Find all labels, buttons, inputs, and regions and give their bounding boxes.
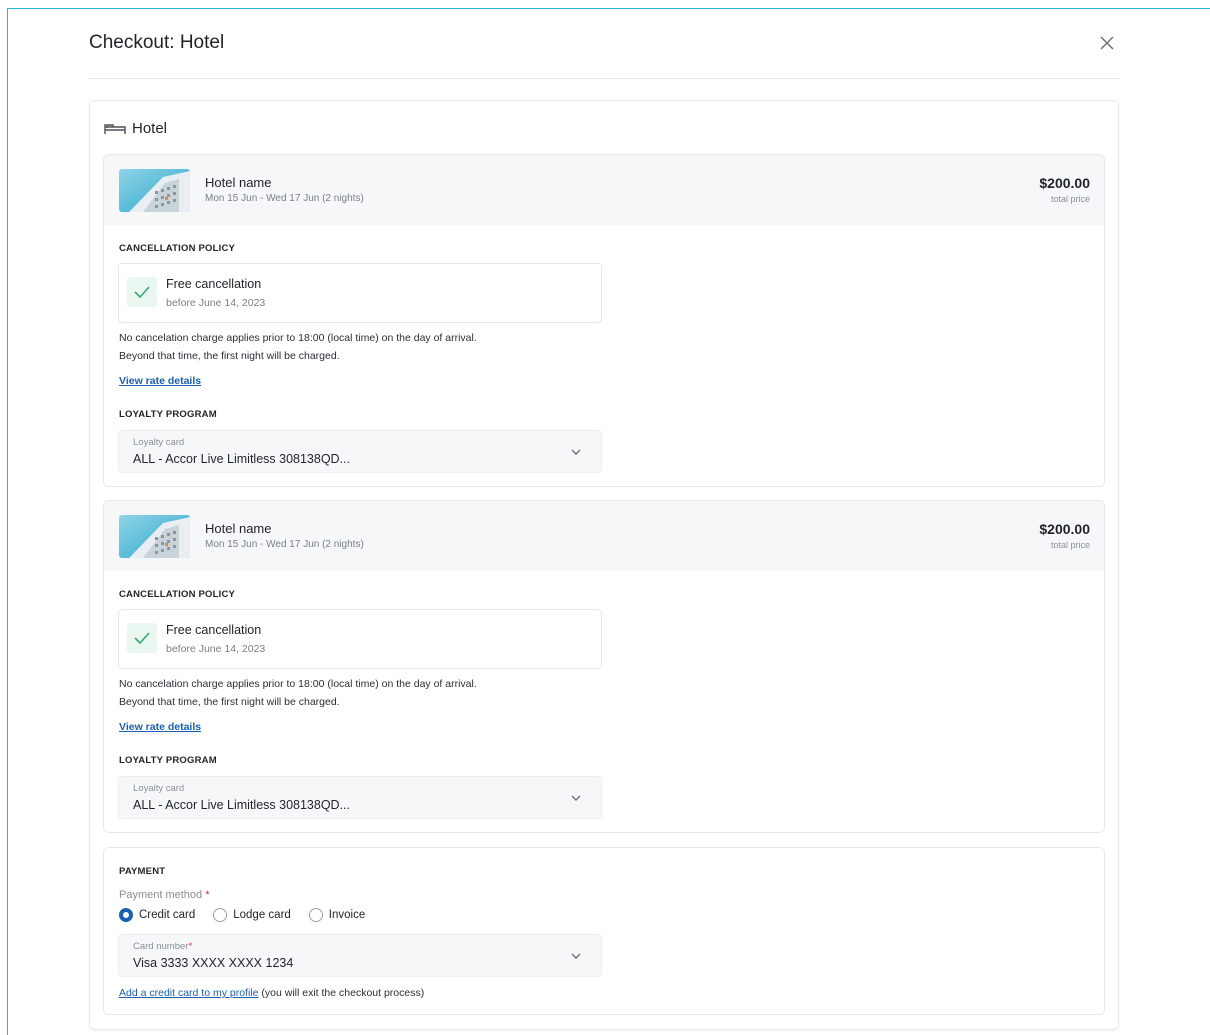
loyalty-card-value: ALL - Accor Live Limitless 308138QD...: [133, 452, 350, 466]
cancellation-box: Free cancellation before June 14, 2023: [118, 609, 602, 669]
hotel-card-1: Hotel name Mon 15 Jun - Wed 17 Jun (2 ni…: [103, 154, 1105, 487]
hotel-header: Hotel name Mon 15 Jun - Wed 17 Jun (2 ni…: [104, 155, 1104, 225]
modal-title: Checkout: Hotel: [89, 32, 225, 53]
policy-text-line-2: Beyond that time, the first night will b…: [119, 696, 340, 708]
hotel-section: Hotel Hotel name Mon 15 Jun - Wed 17 Jun…: [89, 100, 1119, 1030]
radio-lodge-card[interactable]: Lodge card: [213, 908, 291, 922]
radio-credit-card[interactable]: Credit card: [119, 908, 195, 922]
hotel-price: $200.00: [1039, 175, 1090, 191]
bed-icon: [104, 123, 126, 134]
add-card-row: Add a credit card to my profile (you wil…: [119, 987, 424, 999]
section-title: Hotel: [104, 120, 167, 137]
hotel-price: $200.00: [1039, 521, 1090, 537]
chevron-down-icon: [571, 449, 581, 455]
card-number-label: Card number*: [133, 941, 193, 952]
hotel-image: [119, 169, 190, 212]
check-tile: [127, 623, 157, 653]
payment-method-group: Credit card Lodge card Invoice: [119, 908, 365, 922]
hotel-price-label: total price: [1050, 194, 1090, 204]
cancellation-title: Free cancellation: [166, 623, 262, 637]
hotel-price-label: total price: [1050, 540, 1090, 550]
radio-invoice[interactable]: Invoice: [308, 908, 365, 922]
view-rate-details-link[interactable]: View rate details: [119, 375, 201, 387]
loyalty-heading: LOYALTY PROGRAM: [119, 755, 217, 766]
hotel-name: Hotel name: [205, 521, 272, 536]
check-tile: [127, 277, 157, 307]
loyalty-card-label: Loyalty card: [133, 437, 185, 448]
hotel-dates: Mon 15 Jun - Wed 17 Jun (2 nights): [205, 539, 364, 550]
cancellation-deadline: before June 14, 2023: [166, 297, 266, 309]
card-number-select[interactable]: Card number* Visa 3333 XXXX XXXX 1234: [118, 934, 602, 977]
payment-card: PAYMENT Payment method * Credit card Lod…: [103, 847, 1105, 1015]
section-title-text: Hotel: [132, 120, 168, 137]
loyalty-card-select[interactable]: Loyalty card ALL - Accor Live Limitless …: [118, 776, 602, 819]
add-credit-card-link[interactable]: Add a credit card to my profile: [119, 987, 258, 999]
hotel-dates: Mon 15 Jun - Wed 17 Jun (2 nights): [205, 193, 364, 204]
radio-dot: [213, 908, 228, 922]
loyalty-card-value: ALL - Accor Live Limitless 308138QD...: [133, 798, 350, 812]
check-icon: [134, 632, 150, 644]
radio-dot: [308, 908, 323, 922]
cancellation-heading: CANCELLATION POLICY: [119, 589, 236, 600]
close-icon: [1100, 36, 1114, 50]
chevron-down-icon: [571, 953, 581, 959]
payment-method-label: Payment method *: [119, 889, 210, 901]
view-rate-details-link[interactable]: View rate details: [119, 721, 201, 733]
card-number-value: Visa 3333 XXXX XXXX 1234: [133, 956, 294, 970]
hotel-card-2: Hotel name Mon 15 Jun - Wed 17 Jun (2 ni…: [103, 500, 1105, 833]
check-icon: [134, 286, 150, 298]
loyalty-card-select[interactable]: Loyalty card ALL - Accor Live Limitless …: [118, 430, 602, 473]
close-button[interactable]: [1097, 33, 1117, 53]
policy-text-line-2: Beyond that time, the first night will b…: [119, 350, 340, 362]
loyalty-card-label: Loyalty card: [133, 783, 185, 794]
add-card-note: (you will exit the checkout process): [261, 987, 425, 999]
radio-dot: [119, 908, 133, 922]
cancellation-title: Free cancellation: [166, 277, 262, 291]
cancellation-box: Free cancellation before June 14, 2023: [118, 263, 602, 323]
loyalty-heading: LOYALTY PROGRAM: [119, 409, 217, 420]
policy-text-line-1: No cancelation charge applies prior to 1…: [119, 332, 477, 344]
hotel-name: Hotel name: [205, 175, 272, 190]
cancellation-heading: CANCELLATION POLICY: [119, 243, 236, 254]
chevron-down-icon: [571, 795, 581, 801]
hotel-header: Hotel name Mon 15 Jun - Wed 17 Jun (2 ni…: [104, 501, 1104, 571]
cancellation-deadline: before June 14, 2023: [166, 643, 266, 655]
modal-header: Checkout: Hotel: [89, 28, 1119, 79]
policy-text-line-1: No cancelation charge applies prior to 1…: [119, 678, 477, 690]
hotel-image: [119, 515, 190, 558]
payment-heading: PAYMENT: [119, 866, 166, 877]
